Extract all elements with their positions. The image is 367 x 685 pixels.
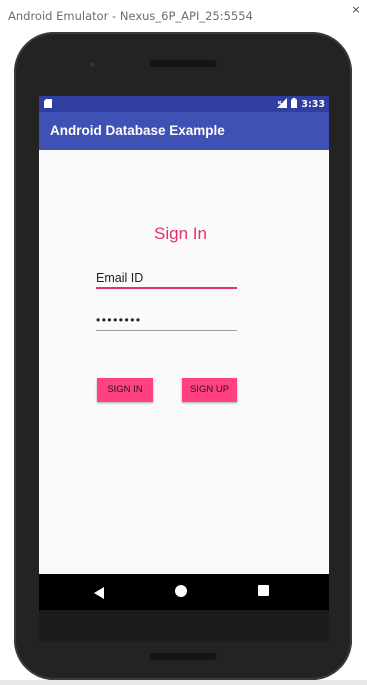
recents-icon[interactable] [258, 585, 269, 596]
navigation-bar [39, 574, 329, 610]
status-icons: 3:33 [277, 98, 325, 111]
emulator-title: Android Emulator - Nexus_6P_API_25:5554 [8, 9, 253, 23]
screen-bezel [39, 610, 329, 642]
window-bottom-edge [0, 680, 367, 685]
sign-in-form: Sign In Email ID •••••••• SIGN IN SIGN U… [39, 150, 329, 574]
phone-frame: 3:33 Android Database Example Sign In Em… [14, 32, 352, 680]
home-icon[interactable] [175, 585, 187, 597]
top-speaker [149, 60, 217, 67]
close-icon[interactable]: × [345, 0, 367, 22]
sign-up-button[interactable]: SIGN UP [182, 378, 237, 402]
page-title: Sign In [154, 224, 207, 243]
app-title: Android Database Example [50, 123, 225, 138]
bottom-speaker [149, 653, 217, 660]
sign-in-button[interactable]: SIGN IN [97, 378, 153, 402]
emulator-titlebar: Android Emulator - Nexus_6P_API_25:5554 [0, 0, 367, 32]
email-field-text: Email ID [96, 271, 144, 285]
password-field-text: •••••••• [96, 313, 142, 327]
status-time: 3:33 [301, 99, 325, 110]
sd-card-icon [44, 99, 52, 111]
battery-icon [291, 98, 298, 111]
password-field[interactable]: •••••••• [96, 311, 237, 331]
app-bar: Android Database Example [39, 112, 329, 150]
status-bar: 3:33 [39, 96, 329, 112]
back-icon[interactable] [94, 584, 104, 603]
signal-icon [277, 98, 288, 111]
device-screen: 3:33 Android Database Example Sign In Em… [39, 96, 329, 642]
front-camera [90, 62, 95, 67]
email-field[interactable]: Email ID [96, 269, 237, 289]
